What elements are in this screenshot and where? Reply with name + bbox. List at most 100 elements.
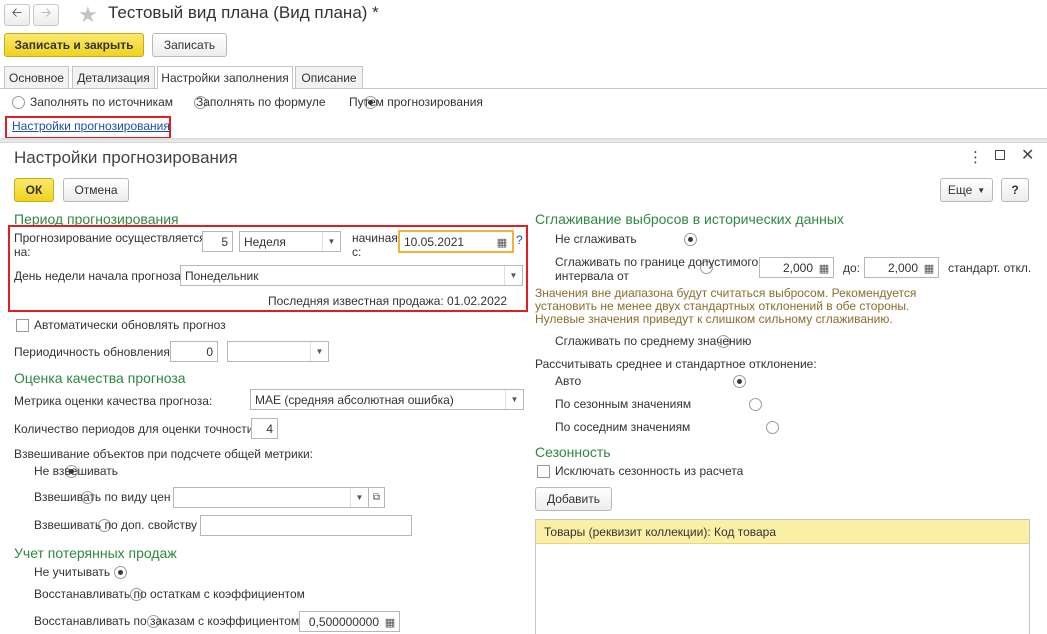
fill-by-formula-label: Заполнять по формуле [196, 95, 326, 109]
forecast-count-input[interactable]: 5 [202, 231, 233, 252]
chevron-down-icon: ▼ [310, 342, 328, 361]
calculator-icon[interactable]: ▦ [921, 259, 937, 277]
smooth-by-border-label: Сглаживать по границе допустимого [555, 255, 759, 269]
close-icon[interactable]: ✕ [1021, 145, 1034, 165]
lost-ignore-radio[interactable] [114, 566, 128, 579]
auto-update-checkbox[interactable] [16, 319, 29, 332]
metric-select[interactable]: MAE (средняя абсолютная ошибка) ▼ [250, 389, 524, 410]
seasonality-table-header[interactable]: Товары (реквизит коллекции): Код товара [536, 520, 1029, 544]
arrow-right-icon: 🡢 [40, 5, 52, 20]
smoothing-header: Сглаживание выбросов в исторических данн… [535, 211, 844, 227]
orders-coef-value: 0,500000000 [308, 614, 379, 629]
forecast-horizon-label-2: на: [14, 245, 31, 259]
lost-by-stock-label: Восстанавливать по остаткам с коэффициен… [34, 587, 305, 601]
weight-by-property-label: Взвешивать по доп. свойству [34, 518, 198, 532]
dialog-title: Настройки прогнозирования [14, 148, 238, 167]
quality-header: Оценка качества прогноза [14, 370, 186, 386]
help-button[interactable]: ? [1001, 178, 1029, 202]
save-button[interactable]: Записать [152, 33, 227, 57]
accuracy-periods-label: Количество периодов для оценки точности: [14, 422, 257, 436]
favorite-star-icon[interactable]: ★ [78, 2, 98, 28]
more-vertical-icon[interactable]: ⋮ [968, 148, 983, 166]
start-date-help-icon[interactable]: ? [516, 233, 523, 247]
chevron-down-icon: ▼ [322, 232, 340, 251]
metric-label: Метрика оценки качества прогноза: [14, 394, 213, 408]
accuracy-periods-input[interactable]: 4 [251, 418, 278, 439]
calc-seasonal-label: По сезонным значениям [555, 397, 692, 411]
no-smoothing-radio[interactable] [684, 233, 698, 246]
lost-by-orders-label: Восстанавливать по заказам с коэффициент… [34, 614, 300, 628]
start-date-label-2: с: [352, 245, 362, 259]
price-type-select[interactable]: ▼ [173, 487, 369, 508]
exclude-seasonality-checkbox[interactable] [537, 465, 550, 478]
smooth-by-mean-label: Сглаживать по среднему значению [555, 334, 752, 348]
orders-coef-input[interactable]: 0,500000000 ▦ [299, 611, 400, 632]
seasonality-table[interactable]: Товары (реквизит коллекции): Код товара [535, 519, 1030, 634]
cancel-button[interactable]: Отмена [63, 178, 129, 202]
border-to-label: до: [843, 261, 861, 275]
start-date-label: начиная [352, 231, 398, 245]
metric-value: MAE (средняя абсолютная ошибка) [255, 392, 454, 407]
weighting-label: Взвешивание объектов при подсчете общей … [14, 447, 314, 461]
calculator-icon[interactable]: ▦ [382, 613, 398, 631]
forecast-unit-select[interactable]: Неделя ▼ [239, 231, 341, 252]
calc-neighbor-radio[interactable] [765, 421, 779, 434]
exclude-seasonality-label: Исключать сезонность из расчета [555, 464, 744, 478]
smoothing-note-2: установить не менее двух стандартных отк… [535, 299, 910, 313]
border-to-input[interactable]: 2,000 ▦ [864, 257, 939, 278]
ok-button[interactable]: ОК [14, 178, 54, 202]
chevron-down-icon: ▼ [977, 185, 986, 195]
weekday-value: Понедельник [185, 268, 259, 283]
border-to-value: 2,000 [887, 260, 918, 275]
smooth-by-border-label-2: интервала от [555, 269, 629, 283]
more-button-label: Еще [947, 183, 973, 197]
seasonality-header: Сезонность [535, 444, 611, 460]
weight-by-price-label: Взвешивать по виду цен [34, 490, 171, 504]
calc-neighbor-label: По соседним значениям [555, 420, 691, 434]
more-button[interactable]: Еще ▼ [940, 178, 993, 202]
maximize-icon[interactable] [995, 150, 1005, 160]
open-icon[interactable]: ⧉ [368, 487, 385, 508]
forward-button[interactable]: 🡢 [33, 4, 59, 26]
tab-detail[interactable]: Детализация [72, 66, 155, 88]
fill-by-sources-radio[interactable] [12, 96, 25, 109]
weekday-label: День недели начала прогноза: [14, 269, 185, 283]
start-date-input[interactable]: 10.05.2021 ▦ [398, 230, 514, 253]
calc-method-label: Рассчитывать среднее и стандартное откло… [535, 357, 817, 371]
last-sale-text: Последняя известная продажа: 01.02.2022 [268, 294, 508, 308]
chevron-down-icon: ▼ [350, 488, 368, 507]
calc-auto-label: Авто [555, 374, 582, 388]
tab-description[interactable]: Описание [295, 66, 363, 88]
std-dev-label: стандарт. откл. [948, 261, 1032, 275]
tab-fill-settings[interactable]: Настройки заполнения [157, 66, 293, 89]
tab-main[interactable]: Основное [4, 66, 69, 88]
forecast-horizon-label: Прогнозирование осуществляется [14, 231, 206, 245]
fill-by-sources-label: Заполнять по источникам [30, 95, 174, 109]
weekday-select[interactable]: Понедельник ▼ [180, 265, 523, 286]
forecast-settings-link[interactable]: Настройки прогнозирования [12, 119, 170, 133]
no-smoothing-label: Не сглаживать [555, 232, 637, 246]
add-button[interactable]: Добавить [535, 487, 612, 511]
property-input[interactable] [200, 515, 412, 536]
window-title: Тестовый вид плана (Вид плана) * [108, 3, 379, 22]
lost-sales-header: Учет потерянных продаж [14, 545, 177, 561]
start-date-value: 10.05.2021 [404, 234, 465, 249]
border-from-input[interactable]: 2,000 ▦ [759, 257, 834, 278]
lost-ignore-label: Не учитывать [34, 565, 111, 579]
save-and-close-button[interactable]: Записать и закрыть [4, 33, 144, 57]
chevron-down-icon: ▼ [505, 390, 523, 409]
periodicity-label: Периодичность обновления: [14, 345, 174, 359]
fill-forecasting-label: Путем прогнозирования [349, 95, 483, 109]
periodicity-input[interactable]: 0 [170, 341, 218, 362]
border-from-value: 2,000 [782, 260, 813, 275]
arrow-left-icon: 🡠 [11, 5, 23, 20]
forecast-unit-value: Неделя [244, 234, 286, 249]
no-weight-label: Не взвешивать [34, 464, 119, 478]
smoothing-note-3: Нулевые значения приведут к слишком силь… [535, 312, 893, 326]
back-button[interactable]: 🡠 [4, 4, 30, 26]
smoothing-note-1: Значения вне диапазона будут считаться в… [535, 286, 917, 300]
chevron-down-icon: ▼ [504, 266, 522, 285]
calculator-icon[interactable]: ▦ [816, 259, 832, 277]
calendar-icon[interactable]: ▦ [494, 233, 510, 251]
periodicity-unit-select[interactable]: ▼ [227, 341, 329, 362]
